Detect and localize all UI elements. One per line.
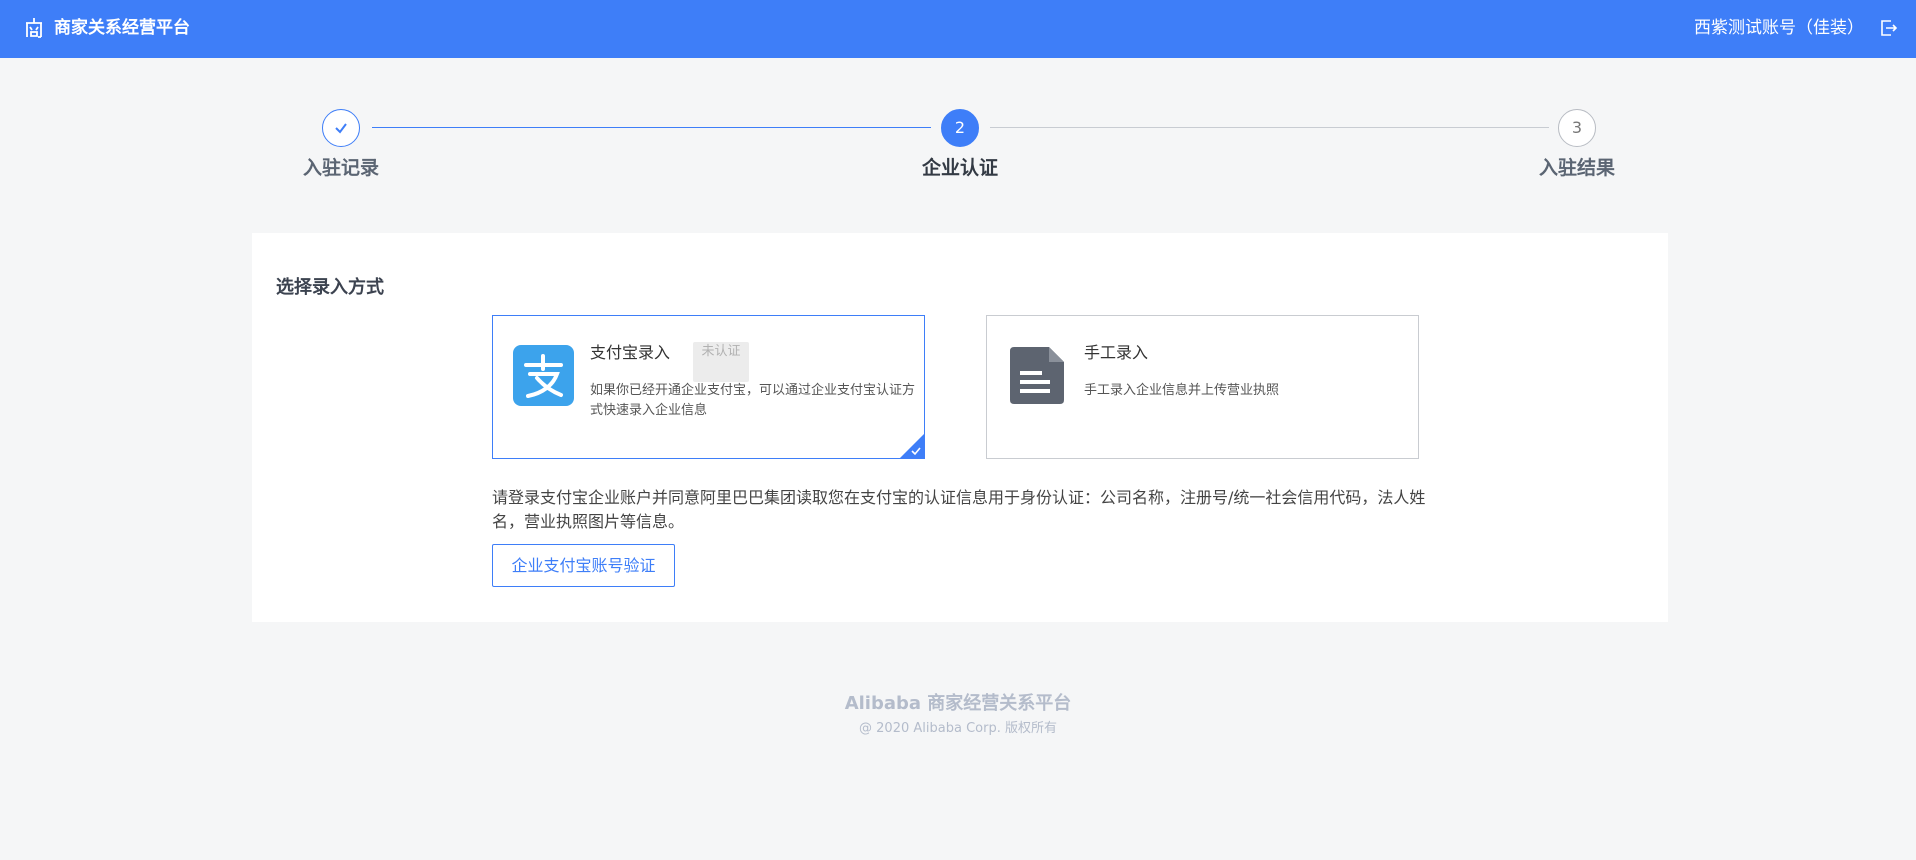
step-line-completed [372,127,931,128]
progress-steps: 入驻记录 2 企业认证 3 入驻结果 [0,0,1916,200]
manual-entry-option[interactable]: 手工录入 手工录入企业信息并上传营业执照 [986,315,1419,459]
entry-method-card: 选择录入方式 支付宝录入 未认证 如果你已经开通企业支付宝，可以通过企业支付宝认… [252,233,1668,622]
step-line-pending [990,127,1549,128]
step-1-circle [322,109,360,147]
step-1-label: 入驻记录 [302,157,379,179]
manual-option-title: 手工录入 [1084,343,1149,362]
alipay-entry-option[interactable]: 支付宝录入 未认证 如果你已经开通企业支付宝，可以通过企业支付宝认证方式快速录入… [492,315,925,459]
step-3-label: 入驻结果 [1538,157,1615,179]
unverified-badge: 未认证 [693,342,749,382]
alipay-icon [513,345,574,406]
alipay-option-title: 支付宝录入 [590,343,671,362]
step-2-label: 企业认证 [921,157,998,179]
document-icon [1010,347,1064,404]
section-title: 选择录入方式 [276,277,384,298]
authorization-notice: 请登录支付宝企业账户并同意阿里巴巴集团读取您在支付宝的认证信息用于身份认证：公司… [492,488,1426,531]
alipay-verify-button[interactable]: 企业支付宝账号验证 [492,544,675,587]
alipay-option-desc: 如果你已经开通企业支付宝，可以通过企业支付宝认证方式快速录入企业信息 [590,383,916,418]
manual-option-desc: 手工录入企业信息并上传营业执照 [1084,383,1280,398]
footer-copyright: @ 2020 Alibaba Corp. 版权所有 [859,721,1057,736]
footer-title: Alibaba 商家经营关系平台 [844,693,1072,714]
check-icon [335,123,347,134]
step-3-circle: 3 [1558,109,1596,147]
step-2-circle: 2 [941,109,979,147]
selected-corner-check-icon [900,434,924,458]
